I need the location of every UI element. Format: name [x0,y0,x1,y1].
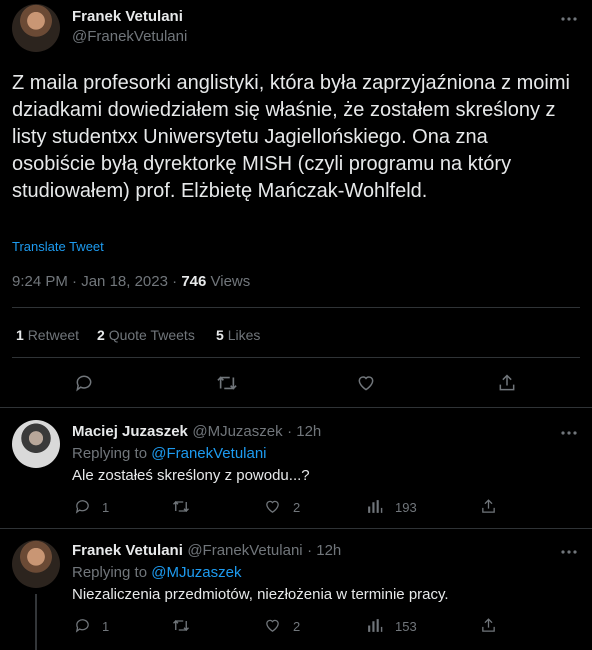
reply-text: Niezaliczenia przedmiotów, niezłożenia w… [72,586,449,603]
meta-separator: · [72,273,82,290]
heart-icon[interactable] [264,498,281,515]
tweet-date[interactable]: Jan 18, 2023 [81,273,168,290]
meta-separator: · [172,273,182,290]
reply-separator: · [287,423,297,440]
replying-to: Replying to @FranekVetulani [72,445,267,462]
replying-to-handle[interactable]: @MJuzaszek [151,564,241,581]
likes-stat[interactable]: 5 Likes [216,327,260,343]
quotes-stat[interactable]: 2 Quote Tweets [97,327,195,343]
views-label: Views [210,273,251,290]
like-count: 2 [293,500,301,515]
reply-separator: · [307,542,317,559]
reply-icon[interactable] [74,617,91,634]
retweet-icon[interactable] [216,373,238,393]
tweet-text: Z maila profesorki anglistyki, która był… [12,72,570,202]
divider [0,528,592,529]
reply-icon[interactable] [74,498,91,515]
quotes-count: 2 [97,327,105,343]
reply-author-handle[interactable]: @FranekVetulani [187,542,302,559]
author-handle[interactable]: @FranekVetulani [72,28,187,45]
retweets-stat[interactable]: 1 Retweet [16,327,79,343]
retweet-icon[interactable] [172,617,190,634]
likes-count: 5 [216,327,224,343]
retweet-icon[interactable] [172,498,190,515]
reply-author-name[interactable]: Franek Vetulani [72,542,183,559]
replying-to-handle[interactable]: @FranekVetulani [151,445,266,462]
divider [12,307,580,308]
translate-tweet-link[interactable]: Translate Tweet [12,239,104,254]
reply-header: Franek Vetulani @FranekVetulani · 12h [72,542,341,560]
view-count: 193 [395,500,417,515]
share-icon[interactable] [480,498,497,515]
reply-avatar[interactable] [12,420,60,468]
reply-age[interactable]: 12h [316,542,341,559]
thread-line [35,594,37,650]
tweet-time[interactable]: 9:24 PM [12,273,68,290]
more-icon[interactable] [560,424,578,442]
reply-author-handle[interactable]: @MJuzaszek [192,423,282,440]
reply-count: 1 [102,619,110,634]
share-icon[interactable] [497,373,517,393]
divider [12,357,580,358]
views-icon[interactable] [366,498,383,515]
like-count: 2 [293,619,301,634]
reply-author-name[interactable]: Maciej Juzaszek [72,423,188,440]
views-count: 746 [181,273,207,290]
heart-icon[interactable] [356,373,376,393]
tweet-meta: 9:24 PM · Jan 18, 2023 · 746 Views [12,273,250,290]
share-icon[interactable] [480,617,497,634]
reply-count: 1 [102,500,110,515]
author-name[interactable]: Franek Vetulani [72,8,183,25]
reply-text: Ale zostałeś skreślony z powodu...? [72,467,310,484]
reply-age[interactable]: 12h [296,423,321,440]
heart-icon[interactable] [264,617,281,634]
retweets-label: Retweet [27,327,80,343]
replying-to-label: Replying to [72,445,148,462]
reply-header: Maciej Juzaszek @MJuzaszek · 12h [72,423,321,441]
retweets-count: 1 [16,327,24,343]
author-avatar[interactable] [12,4,60,52]
more-icon[interactable] [560,10,578,28]
divider [0,407,592,408]
quotes-label: Quote Tweets [108,327,195,343]
reply-avatar[interactable] [12,540,60,588]
more-icon[interactable] [560,543,578,561]
views-icon[interactable] [366,617,383,634]
likes-label: Likes [227,327,261,343]
replying-to-label: Replying to [72,564,148,581]
view-count: 153 [395,619,417,634]
replying-to: Replying to @MJuzaszek [72,564,241,581]
reply-icon[interactable] [74,373,94,393]
